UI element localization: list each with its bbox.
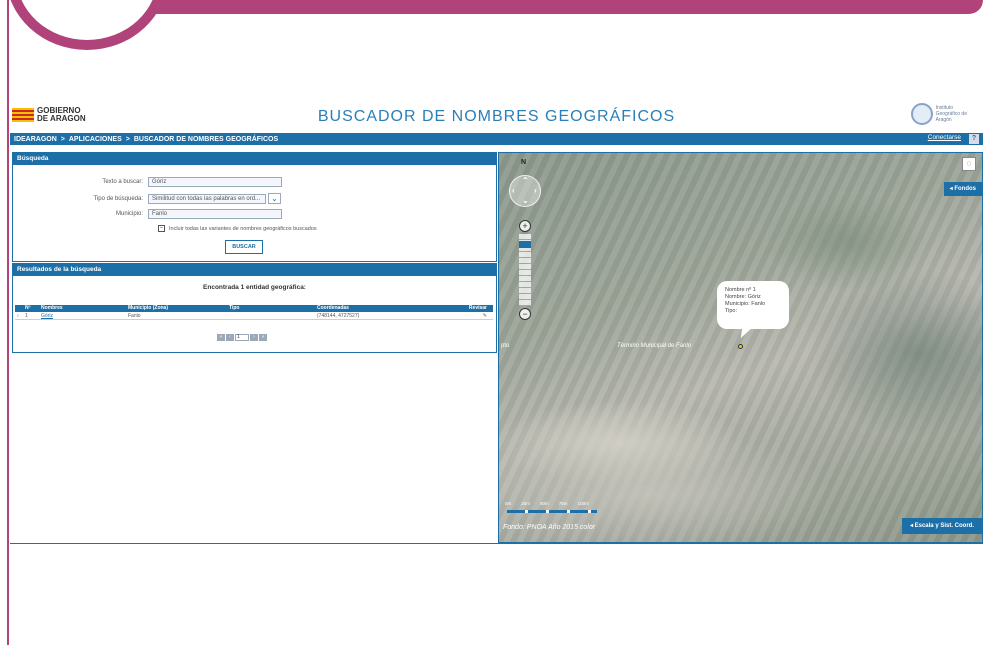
popup-line-1: Nombre nº 1: [725, 287, 756, 293]
scale-coord-button[interactable]: ◂ Escala y Sist. Coord.: [901, 518, 982, 534]
row-number: 1: [25, 313, 28, 319]
results-panel: Resultados de la búsqueda Encontrada 1 e…: [12, 263, 497, 353]
toponym-label: Término Municipal de Fanlo: [617, 343, 692, 349]
breadcrumb-item-aplicaciones[interactable]: APLICACIONES: [69, 136, 122, 143]
next-page-button[interactable]: ›: [250, 334, 258, 341]
row-coords: (748144, 4727527): [317, 313, 360, 319]
zoom-in-button[interactable]: +: [519, 220, 531, 232]
scale-label: 75m: [558, 501, 568, 506]
breadcrumb-item-idearagon[interactable]: IDEARAGON: [14, 136, 57, 143]
municipio-label: Municipio:: [115, 211, 143, 217]
connect-link[interactable]: Conectarse: [928, 134, 961, 141]
scale-bar: [507, 510, 597, 513]
prev-page-button[interactable]: ‹: [226, 334, 234, 341]
text-search-input[interactable]: Góriz: [148, 177, 282, 187]
variants-checkbox[interactable]: −: [158, 225, 165, 232]
breadcrumb: IDEARAGON > APLICACIONES > BUSCADOR DE N…: [10, 133, 983, 145]
col-tipo[interactable]: Tipo: [229, 305, 317, 312]
search-type-select[interactable]: Similitud con todas las palabras en ord.…: [148, 193, 266, 204]
variants-checkbox-label: Incluir todas las variantes de nombres g…: [169, 225, 317, 232]
map-popup: Nombre nº 1 Nombre: Góriz Municipio: Fan…: [717, 281, 789, 329]
popup-line-3: Municipio: Fanlo: [725, 301, 766, 307]
decorative-frame-top: [90, 0, 983, 14]
scale-label: 25m: [521, 501, 531, 506]
col-coordenadas[interactable]: Coordenadas: [317, 305, 429, 312]
text-search-label: Texto a buscar:: [102, 179, 143, 185]
globe-icon: [910, 103, 933, 125]
page-number-input[interactable]: 1: [235, 334, 249, 341]
scale-labels: 0m 25m 50m 75m 100m: [505, 501, 589, 506]
fondos-button[interactable]: ◂ Fondos: [943, 182, 982, 196]
last-page-button[interactable]: »: [259, 334, 267, 341]
table-header: Nº Nombres Municipio (Zona) Tipo Coorden…: [15, 305, 493, 312]
chevron-down-icon[interactable]: ⌄: [268, 193, 281, 204]
col-select: [15, 305, 25, 312]
municipio-input[interactable]: Fanlo: [148, 209, 282, 219]
decorative-frame-circle: [6, 0, 168, 50]
breadcrumb-separator: >: [60, 135, 65, 143]
pan-control[interactable]: ⌃ ⌄ ‹ ›: [509, 175, 541, 207]
search-panel-title: Búsqueda: [13, 153, 496, 165]
header: GOBIERNO DE ARAGON BUSCADOR DE NOMBRES G…: [10, 100, 983, 132]
row-tipo: [229, 312, 317, 319]
scale-label: 0m: [505, 501, 512, 506]
scale-label: 50m: [540, 501, 549, 506]
search-panel: Búsqueda Texto a buscar: Góriz Tipo de b…: [12, 152, 497, 262]
breadcrumb-item-buscador[interactable]: BUSCADOR DE NOMBRES GEOGRÁFICOS: [134, 136, 278, 143]
row-name-link[interactable]: Góriz: [41, 313, 53, 319]
results-panel-title: Resultados de la búsqueda: [13, 264, 496, 276]
pan-right-icon[interactable]: ›: [534, 186, 537, 195]
row-name: Góriz: [41, 312, 128, 319]
pan-up-icon[interactable]: ⌃: [522, 176, 529, 185]
row-municipio: Fanlo: [128, 313, 141, 319]
popup-line-4: Tipo:: [725, 308, 738, 314]
results-table: Nº Nombres Municipio (Zona) Tipo Coorden…: [15, 305, 493, 320]
col-number[interactable]: Nº: [25, 305, 41, 312]
app-window: GOBIERNO DE ARAGON BUSCADOR DE NOMBRES G…: [10, 100, 983, 545]
col-nombres[interactable]: Nombres: [41, 305, 128, 312]
north-indicator: N: [521, 159, 527, 166]
search-type-row: Tipo de búsqueda: Similitud con todas la…: [83, 193, 281, 204]
help-icon[interactable]: ?: [969, 134, 979, 144]
edit-pencil-icon[interactable]: ✎: [429, 312, 493, 319]
col-revisar: Revisar: [468, 305, 487, 311]
scale-label: 100m: [577, 501, 589, 506]
toponym-left-label: pto: [501, 343, 510, 349]
pan-left-icon[interactable]: ‹: [512, 186, 515, 195]
search-type-label: Tipo de búsqueda:: [93, 195, 143, 202]
text-search-row: Texto a buscar: Góriz: [83, 177, 282, 187]
map-viewer[interactable]: N ⌃ ⌄ ‹ › + − ◌ ◂ Fondos Nombre nº 1 Nom…: [498, 152, 983, 543]
row-select-icon[interactable]: ›: [15, 312, 25, 319]
footer-divider: [10, 543, 983, 544]
location-marker-icon[interactable]: [738, 344, 743, 349]
ign-logo[interactable]: Instituto Geográfico de Aragón: [910, 103, 967, 125]
zoom-out-button[interactable]: −: [519, 308, 531, 320]
search-button[interactable]: BUSCAR: [225, 240, 263, 254]
col-municipio[interactable]: Municipio (Zona): [128, 305, 229, 312]
pan-down-icon[interactable]: ⌄: [522, 196, 529, 205]
results-count-text: Encontrada 1 entidad geográfica:: [203, 284, 306, 291]
table-row[interactable]: › 1 Góriz Fanlo (748144, 4727527) ✎: [15, 312, 493, 320]
basemap-label: Fondo: PNOA Año 2015 color: [503, 524, 596, 531]
page-title: BUSCADOR DE NOMBRES GEOGRÁFICOS: [317, 108, 676, 125]
popup-line-2: Nombre: Góriz: [725, 294, 761, 300]
zoom-slider-handle[interactable]: [519, 240, 531, 248]
pagination: « ‹ 1 › »: [217, 334, 267, 341]
municipio-row: Municipio: Fanlo: [83, 209, 282, 219]
ign-line-3: Aragón: [935, 117, 952, 123]
breadcrumb-separator: >: [125, 135, 130, 143]
variants-row: − Incluir todas las variantes de nombres…: [158, 225, 317, 232]
ign-text: Instituto Geográfico de Aragón: [936, 105, 967, 123]
decorative-frame-left: [7, 0, 9, 645]
layers-icon[interactable]: ◌: [962, 157, 976, 171]
first-page-button[interactable]: «: [217, 334, 225, 341]
